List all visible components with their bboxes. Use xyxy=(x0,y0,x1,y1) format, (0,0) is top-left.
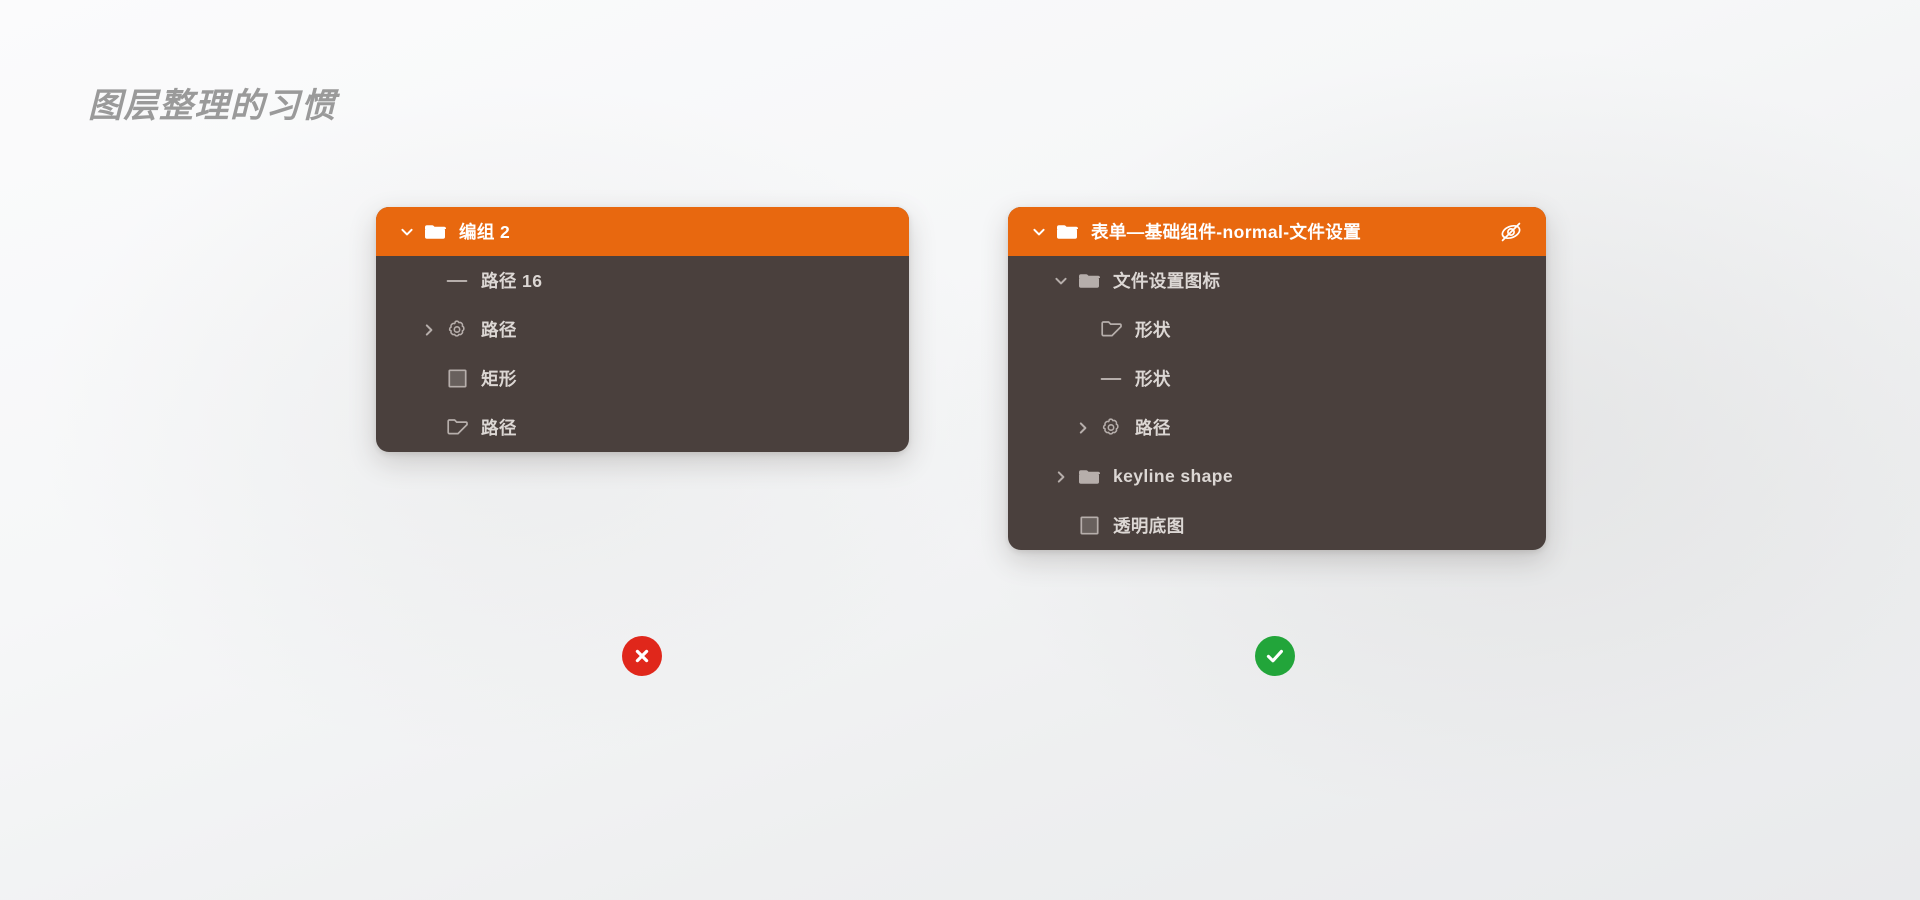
layer-row-label: 形状 xyxy=(1135,369,1171,389)
layer-row-label: 文件设置图标 xyxy=(1113,271,1221,291)
layer-row[interactable]: 表单—基础组件-normal-文件设置 xyxy=(1008,207,1546,256)
chevron-right-icon[interactable] xyxy=(418,319,440,341)
layer-row[interactable]: 编组 2 xyxy=(376,207,909,256)
chevron-down-icon[interactable] xyxy=(1050,270,1072,292)
layer-row[interactable]: 路径 xyxy=(376,305,909,354)
layer-row-label: 路径 xyxy=(481,418,517,438)
eye-off-icon[interactable] xyxy=(1498,219,1524,245)
layer-row[interactable]: 矩形 xyxy=(376,354,909,403)
line-icon xyxy=(1098,367,1124,391)
gear-icon xyxy=(444,318,470,342)
layer-row[interactable]: 形状 xyxy=(1008,305,1546,354)
chevron-down-icon[interactable] xyxy=(396,221,418,243)
layer-row[interactable]: 路径 xyxy=(1008,403,1546,452)
layer-row[interactable]: 文件设置图标 xyxy=(1008,256,1546,305)
folder-filled-icon xyxy=(1076,269,1102,293)
status-badge-bad xyxy=(622,636,662,676)
folder-filled-icon xyxy=(422,220,448,244)
layer-row-label: 表单—基础组件-normal-文件设置 xyxy=(1091,222,1362,242)
rectangle-icon xyxy=(444,367,470,391)
layer-row-label: 路径 xyxy=(1135,418,1171,438)
layer-row-label: keyline shape xyxy=(1113,466,1233,486)
layer-row-label: 路径 xyxy=(481,320,517,340)
layer-row-label: 矩形 xyxy=(481,369,517,389)
layer-row[interactable]: 路径 xyxy=(376,403,909,452)
status-badge-good xyxy=(1255,636,1295,676)
layer-row-label: 透明底图 xyxy=(1113,516,1185,536)
shape-outline-icon xyxy=(444,416,470,440)
folder-filled-icon xyxy=(1054,220,1080,244)
layer-row[interactable]: 路径 16 xyxy=(376,256,909,305)
layer-row[interactable]: 形状 xyxy=(1008,354,1546,403)
chevron-down-icon[interactable] xyxy=(1028,221,1050,243)
page-title: 图层整理的习惯 xyxy=(88,87,337,125)
layer-row-label: 形状 xyxy=(1135,320,1171,340)
line-icon xyxy=(444,269,470,293)
folder-filled-icon xyxy=(1076,465,1102,489)
layer-row[interactable]: keyline shape xyxy=(1008,452,1546,501)
layer-row-label: 编组 2 xyxy=(459,222,511,242)
chevron-right-icon[interactable] xyxy=(1050,466,1072,488)
layer-panel-good-example: 表单—基础组件-normal-文件设置 文件设置图标 形状 形状 路径 keyline s… xyxy=(1008,207,1546,550)
layer-row-label: 路径 16 xyxy=(481,271,543,291)
chevron-right-icon[interactable] xyxy=(1072,417,1094,439)
gear-icon xyxy=(1098,416,1124,440)
shape-outline-icon xyxy=(1098,318,1124,342)
rectangle-icon xyxy=(1076,514,1102,538)
layer-row[interactable]: 透明底图 xyxy=(1008,501,1546,550)
layer-panel-bad-example: 编组 2 路径 16 路径 矩形 路径 xyxy=(376,207,909,452)
